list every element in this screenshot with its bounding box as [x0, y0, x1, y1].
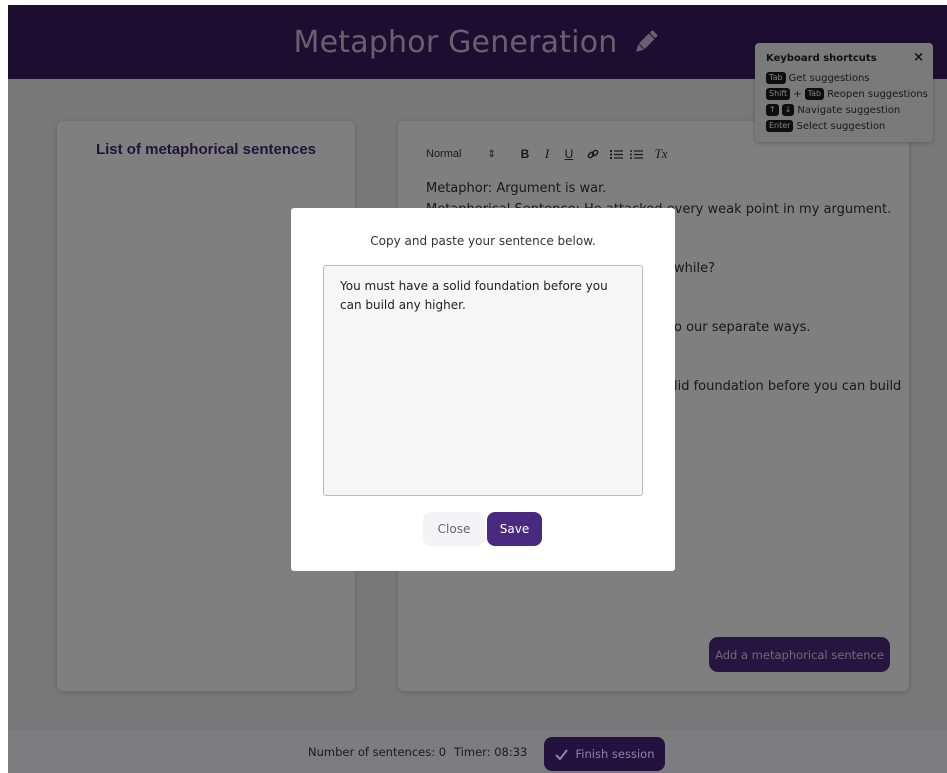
- finish-session-button[interactable]: Finish session: [544, 737, 665, 771]
- checkmark-icon: [554, 748, 568, 760]
- paste-sentence-dialog: Copy and paste your sentence below. You …: [291, 208, 675, 571]
- finish-session-label: Finish session: [575, 747, 655, 761]
- close-button[interactable]: Close: [423, 512, 485, 546]
- dialog-title: Copy and paste your sentence below.: [370, 234, 596, 248]
- sentence-count: Number of sentences: 0: [308, 744, 447, 759]
- footer-bar: Number of sentences: 0 Timer: 08:33 Fini…: [8, 730, 947, 773]
- sentence-textarea[interactable]: You must have a solid foundation before …: [323, 265, 643, 496]
- timer: Timer: 08:33: [454, 744, 528, 759]
- save-button[interactable]: Save: [487, 512, 542, 546]
